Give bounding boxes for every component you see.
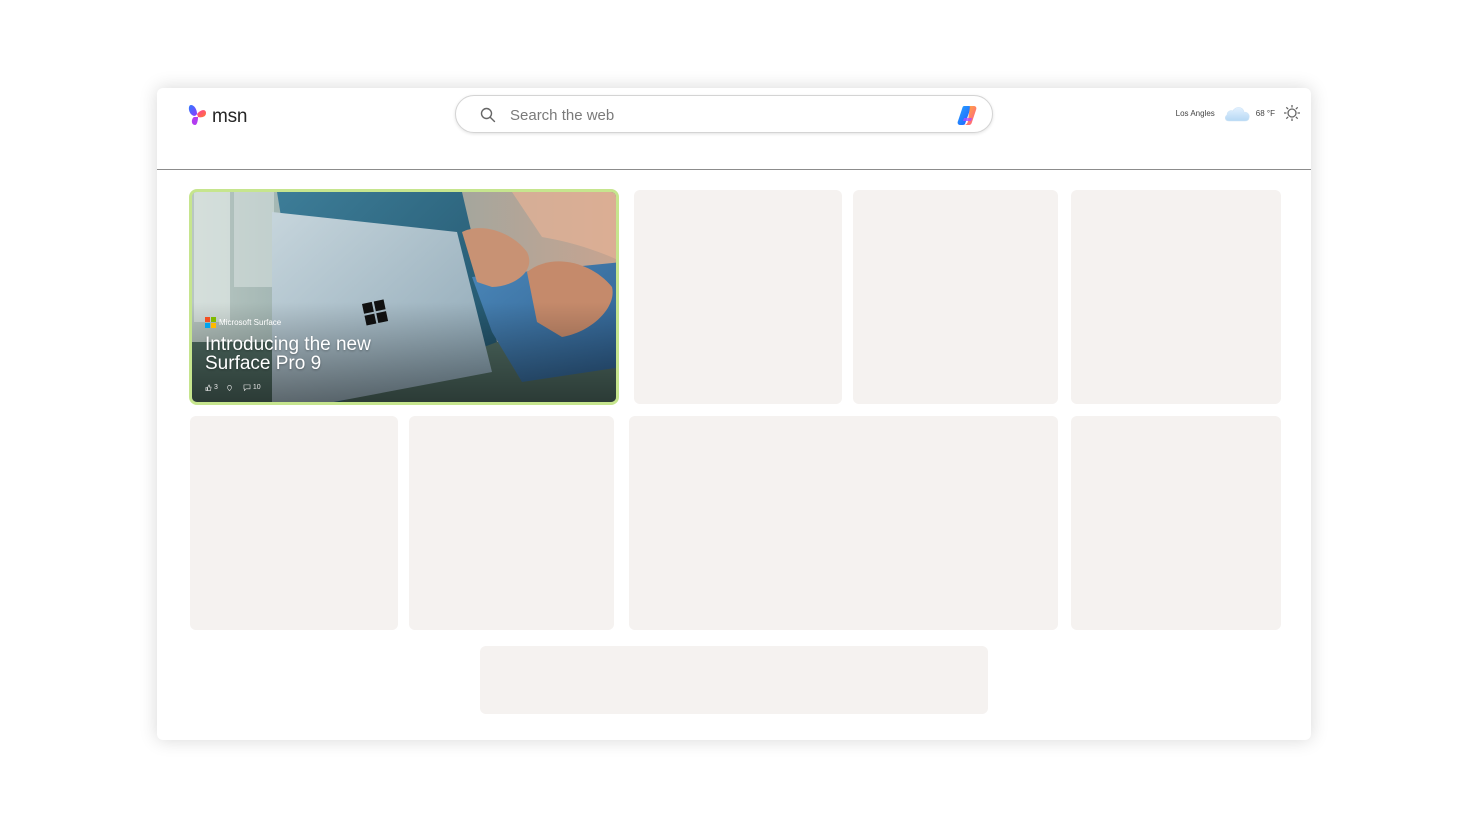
comment-button[interactable]: 10 — [243, 384, 261, 391]
msn-window: msn Search the web Los Angles 68 °F Micr… — [157, 88, 1311, 740]
placeholder-card[interactable] — [853, 190, 1058, 404]
placeholder-card[interactable] — [1071, 416, 1281, 630]
header: msn Search the web Los Angles 68 °F — [157, 88, 1311, 170]
publisher-name: Microsoft Surface — [219, 318, 282, 327]
placeholder-banner[interactable] — [480, 646, 988, 714]
dislike-icon — [227, 385, 232, 391]
publisher[interactable]: Microsoft Surface — [205, 317, 281, 328]
search-input[interactable] — [508, 102, 932, 128]
like-button[interactable]: 3 — [205, 384, 218, 391]
dislike-button[interactable] — [226, 384, 235, 391]
headline[interactable]: Introducing the new Surface Pro 9 — [205, 335, 425, 373]
search-bar[interactable] — [455, 95, 993, 133]
placeholder-card[interactable] — [1071, 190, 1281, 404]
copilot-icon[interactable] — [956, 104, 978, 126]
weather-temp: 68 °F — [1255, 108, 1275, 118]
settings-icon[interactable] — [1283, 104, 1301, 122]
placeholder-card[interactable] — [634, 190, 842, 404]
placeholder-card[interactable] — [409, 416, 614, 630]
weather-widget[interactable]: Los Angles 68 °F — [1176, 102, 1301, 124]
msn-butterfly-logo-icon — [188, 105, 206, 125]
weather-city: Los Angles — [1175, 108, 1215, 118]
msn-logo[interactable]: msn — [188, 102, 247, 128]
microsoft-logo-icon — [205, 317, 216, 328]
search-icon[interactable] — [480, 107, 496, 123]
placeholder-card-wide[interactable] — [629, 416, 1058, 630]
placeholder-card[interactable] — [190, 416, 398, 630]
comment-icon — [243, 384, 251, 391]
engagement-bar: 3 10 — [205, 384, 269, 391]
cloud-icon — [1224, 107, 1250, 122]
hero-article-card[interactable]: Microsoft Surface Introducing the new Su… — [189, 189, 619, 405]
like-icon — [205, 384, 212, 391]
comment-count: 10 — [252, 384, 261, 391]
logo-text: msn — [212, 106, 248, 127]
like-count: 3 — [214, 384, 218, 391]
